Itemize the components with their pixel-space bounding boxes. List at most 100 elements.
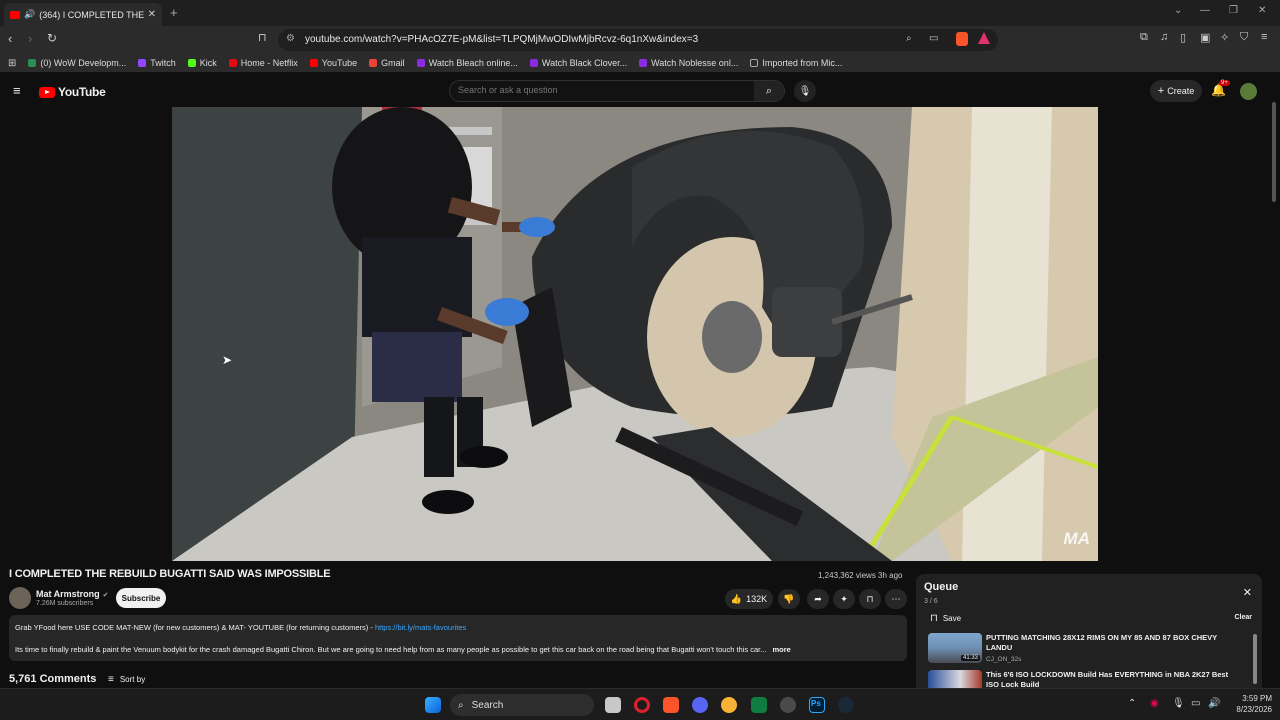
voice-search-button[interactable]: 🎙: [794, 80, 816, 102]
queue-title: Queue: [924, 581, 959, 593]
brave-icon[interactable]: [663, 697, 679, 713]
bookmark-item[interactable]: Gmail: [369, 58, 405, 68]
url-text[interactable]: youtube.com/watch?v=PHAcOZ7E-pM&list=TLP…: [305, 34, 698, 45]
bookmark-item[interactable]: Watch Bleach online...: [416, 58, 518, 68]
forward-icon[interactable]: ›: [28, 31, 32, 46]
tab-title: (364) I COMPLETED THE REBU: [39, 9, 144, 20]
brave-shields-icon[interactable]: [956, 32, 968, 46]
bookmark-item[interactable]: Watch Black Clover...: [529, 58, 627, 68]
close-window-button[interactable]: ✕: [1258, 5, 1266, 16]
vpn-shield-icon[interactable]: ⛉: [1240, 31, 1248, 44]
media-icon[interactable]: ♫: [1160, 31, 1168, 43]
video-player[interactable]: MA: [172, 107, 1098, 561]
steam-icon[interactable]: [838, 697, 854, 713]
clear-queue-button[interactable]: Clear: [1234, 614, 1252, 621]
share-button[interactable]: ➦: [807, 589, 829, 609]
maximize-button[interactable]: ❐: [1229, 5, 1238, 16]
duration-badge: 41:33: [960, 655, 980, 661]
chrome-canary-icon[interactable]: [721, 697, 737, 713]
description-box[interactable]: Grab YFood here USE CODE MAT-NEW (for ne…: [9, 615, 907, 661]
hamburger-menu-icon[interactable]: ≡: [13, 83, 21, 98]
display-icon[interactable]: ▭: [1191, 698, 1200, 709]
share-icon: ➦: [814, 593, 822, 604]
volume-icon[interactable]: 🔊: [1208, 698, 1220, 709]
url-bar[interactable]: ⚙ youtube.com/watch?v=PHAcOZ7E-pM&list=T…: [278, 29, 998, 51]
tray-app-icon[interactable]: ◉: [1150, 698, 1159, 709]
create-button[interactable]: + Create: [1150, 80, 1202, 102]
view-count: 1,243,362 views 3h ago: [818, 571, 903, 580]
ask-ai-button[interactable]: ✦: [833, 589, 855, 609]
save-video-button[interactable]: ⊓: [859, 589, 881, 609]
close-queue-icon[interactable]: ✕: [1243, 586, 1252, 599]
opera-icon[interactable]: [634, 697, 650, 713]
excel-icon[interactable]: [751, 697, 767, 713]
queue-item[interactable]: This 6'6 ISO LOCKDOWN Build Has EVERYTHI…: [928, 670, 1248, 688]
bookmark-icon: ⊓: [866, 593, 874, 604]
minimize-button[interactable]: —: [1200, 5, 1210, 16]
queue-item-channel: CJ_ON_32s: [986, 656, 1022, 663]
tab-list-chevron-icon[interactable]: ⌄: [1174, 5, 1182, 16]
search-box[interactable]: ⌕: [449, 80, 785, 102]
wallet-icon[interactable]: ▣: [1200, 31, 1210, 44]
site-settings-icon[interactable]: ⚙: [286, 33, 295, 44]
task-view-icon[interactable]: [605, 697, 621, 713]
more-actions-button[interactable]: ⋯: [885, 589, 907, 609]
taskbar-search[interactable]: ⌕ Search: [450, 694, 594, 716]
bookmark-item[interactable]: YouTube: [309, 58, 357, 68]
bookmark-item[interactable]: Home - Netflix: [228, 58, 298, 68]
show-more-link[interactable]: more: [772, 645, 790, 654]
description-link[interactable]: https://bit.ly/mats-favourites: [375, 623, 466, 632]
mouse-cursor-icon: ➤: [222, 353, 233, 367]
new-tab-button[interactable]: +: [170, 5, 178, 20]
bookmark-item[interactable]: (0) WoW Developm...: [28, 58, 126, 68]
video-thumbnail: 41:33: [928, 633, 982, 663]
scrollbar-thumb[interactable]: [1272, 102, 1276, 202]
verified-icon: ✔: [102, 592, 109, 599]
like-button[interactable]: 👍 132K: [725, 589, 773, 609]
bookmark-icon: [529, 59, 538, 67]
queue-item[interactable]: 41:33 PUTTING MATCHING 28X12 RIMS ON MY …: [928, 633, 1248, 663]
apps-grid-icon[interactable]: ⊞: [8, 58, 16, 69]
bookmark-item[interactable]: Twitch: [138, 58, 176, 68]
bookmark-page-icon[interactable]: ⊓: [258, 31, 267, 44]
cast-icon[interactable]: ▭: [929, 33, 938, 44]
more-horizontal-icon: ⋯: [891, 593, 901, 604]
search-input[interactable]: [458, 85, 748, 95]
close-tab-icon[interactable]: ✕: [148, 9, 156, 20]
menu-icon[interactable]: ≡: [1261, 31, 1267, 43]
speaker-icon[interactable]: 🔊: [24, 9, 35, 20]
windows-taskbar: ⌕ Search Ps ⌃ ◉ 🎙 ▭ 🔊 3:59 PM 8/23/2026: [0, 688, 1280, 720]
account-avatar[interactable]: [1240, 83, 1257, 100]
zoom-search-icon[interactable]: ⌕: [906, 33, 912, 44]
page-scrollbar[interactable]: [1270, 82, 1278, 688]
subscribe-button[interactable]: Subscribe: [116, 588, 166, 608]
system-clock[interactable]: 3:59 PM 8/23/2026: [1226, 693, 1272, 715]
bookmark-folder[interactable]: Imported from Mic...: [750, 58, 842, 68]
channel-avatar[interactable]: [9, 587, 31, 609]
back-icon[interactable]: ‹: [8, 31, 12, 46]
dislike-button[interactable]: 👎: [778, 589, 800, 609]
settings-icon[interactable]: [780, 697, 796, 713]
discord-icon[interactable]: [692, 697, 708, 713]
sidebar-icon[interactable]: ▯: [1180, 31, 1186, 44]
extensions-icon[interactable]: ⧉: [1140, 31, 1148, 44]
save-queue-button[interactable]: ⊓ Save: [930, 613, 961, 624]
queue-scrollbar[interactable]: [1253, 634, 1257, 684]
search-button[interactable]: ⌕: [754, 81, 784, 101]
windows-start-icon[interactable]: [425, 697, 441, 713]
microphone-icon[interactable]: 🎙: [1172, 698, 1185, 709]
bookmark-item[interactable]: Kick: [187, 58, 217, 68]
sort-by-button[interactable]: ≡ Sort by: [108, 674, 145, 685]
leo-ai-icon[interactable]: ✧: [1220, 31, 1229, 44]
tray-chevron-icon[interactable]: ⌃: [1128, 698, 1136, 709]
photoshop-icon[interactable]: Ps: [809, 697, 825, 713]
search-icon: ⌕: [765, 84, 773, 97]
brave-rewards-icon[interactable]: [978, 32, 990, 44]
youtube-logo[interactable]: YouTube: [39, 85, 106, 99]
browser-tab[interactable]: 🔊 (364) I COMPLETED THE REBU ✕: [4, 3, 162, 26]
youtube-header: ≡ YouTube ⌕ 🎙 🔔 9+: [0, 76, 1280, 106]
reload-icon[interactable]: ↻: [47, 31, 57, 45]
bookmark-item[interactable]: Watch Noblesse onl...: [639, 58, 738, 68]
description-line-1: Grab YFood here USE CODE MAT-NEW (for ne…: [15, 623, 467, 632]
channel-name[interactable]: Mat Armstrong ✔: [36, 589, 109, 599]
